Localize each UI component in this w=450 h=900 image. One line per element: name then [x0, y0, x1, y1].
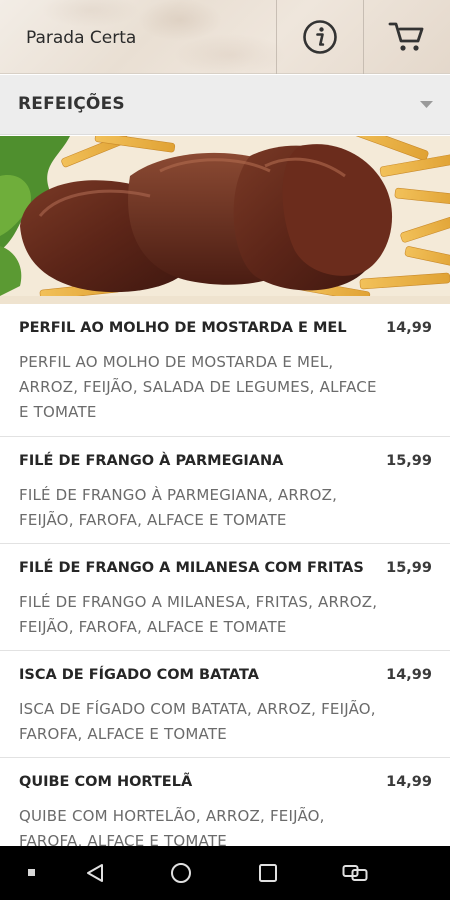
menu-item-title: PERFIL AO MOLHO DE MOSTARDA E MEL [19, 320, 347, 336]
menu-item-price: 14,99 [386, 774, 432, 790]
menu-item-price: 15,99 [386, 453, 432, 469]
menu-item[interactable]: FILÉ DE FRANGO A MILANESA COM FRITAS 15,… [0, 544, 450, 651]
menu-item-price: 14,99 [386, 320, 432, 336]
menu-item-description: PERFIL AO MOLHO DE MOSTARDA E MEL, ARROZ… [19, 353, 377, 421]
menu-item-title: QUIBE COM HORTELÃ [19, 774, 193, 790]
menu-item-description: ISCA DE FÍGADO COM BATATA, ARROZ, FEIJÃO… [19, 700, 376, 743]
screen-mirror-icon [342, 865, 368, 881]
nav-dot-button[interactable] [14, 846, 50, 900]
info-circle-icon [303, 20, 337, 54]
app-header: Parada Certa [0, 0, 450, 74]
menu-item[interactable]: PERFIL AO MOLHO DE MOSTARDA E MEL 14,99 … [0, 304, 450, 437]
nav-home-button[interactable] [156, 846, 206, 900]
nav-back-button[interactable] [70, 846, 120, 900]
menu-list: PERFIL AO MOLHO DE MOSTARDA E MEL 14,99 … [0, 304, 450, 865]
category-label: REFEIÇÕES [18, 94, 125, 114]
back-icon [87, 864, 103, 882]
category-selector[interactable]: REFEIÇÕES [0, 75, 450, 135]
triangle-down-icon [420, 101, 433, 108]
menu-item-title: FILÉ DE FRANGO À PARMEGIANA [19, 453, 284, 469]
menu-item-description: FILÉ DE FRANGO A MILANESA, FRITAS, ARROZ… [19, 593, 378, 636]
cart-button[interactable] [364, 0, 450, 74]
menu-item[interactable]: FILÉ DE FRANGO À PARMEGIANA 15,99 FILÉ D… [0, 437, 450, 544]
menu-item[interactable]: ISCA DE FÍGADO COM BATATA 14,99 ISCA DE … [0, 651, 450, 758]
menu-item-price: 15,99 [386, 560, 432, 576]
shopping-cart-icon [388, 22, 424, 51]
banner-image [0, 136, 450, 304]
info-button[interactable] [277, 0, 363, 74]
home-icon [171, 863, 191, 883]
menu-item-description: FILÉ DE FRANGO À PARMEGIANA, ARROZ, FEIJ… [19, 486, 338, 529]
menu-item-title: ISCA DE FÍGADO COM BATATA [19, 667, 260, 683]
grilled-beef-with-fries-photo [0, 136, 450, 304]
dot-icon [28, 869, 35, 876]
recents-icon [259, 864, 277, 882]
nav-recents-button[interactable] [243, 846, 293, 900]
brand-title: Parada Certa [26, 28, 137, 48]
nav-screen-mirror-button[interactable] [330, 846, 380, 900]
menu-item-title: FILÉ DE FRANGO A MILANESA COM FRITAS [19, 560, 364, 576]
system-navigation-bar [0, 846, 450, 900]
menu-item-price: 14,99 [386, 667, 432, 683]
